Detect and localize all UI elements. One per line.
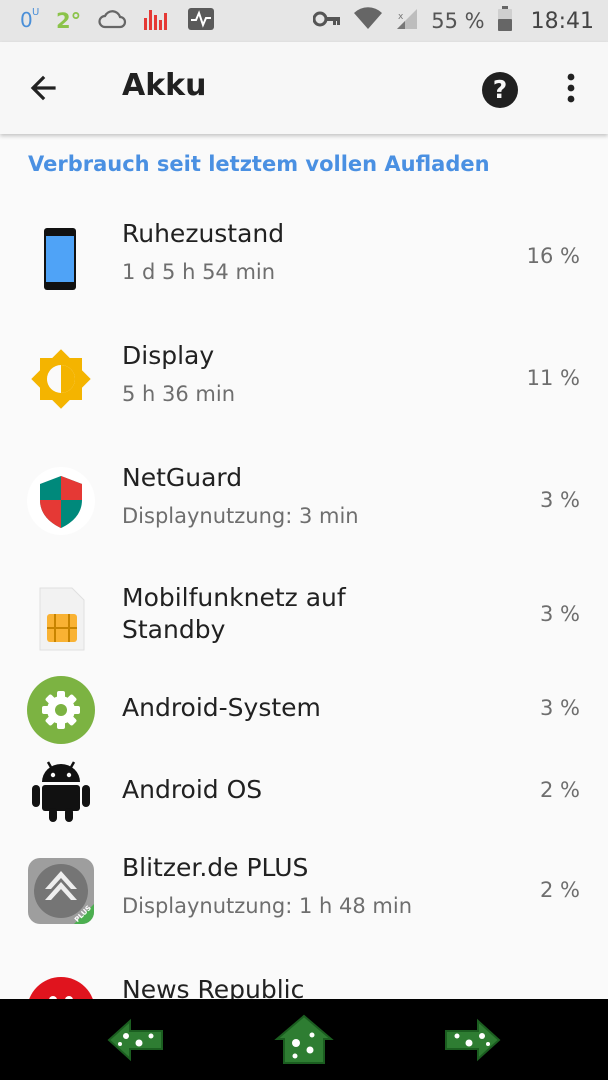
signal-bars-app-icon <box>143 6 171 36</box>
item-label: Ruhezustand <box>122 219 285 248</box>
cell-signal-icon: x <box>395 7 419 35</box>
list-item-display[interactable]: Display 5 h 36 min 11 % <box>0 322 608 440</box>
nav-home-icon <box>274 1014 334 1064</box>
item-subtitle: Displaynutzung: 1 h 48 min <box>122 894 413 918</box>
item-percent: 3 % <box>540 602 580 626</box>
item-label: Blitzer.de PLUS <box>122 853 309 882</box>
shield-icon <box>26 466 96 536</box>
temperature-icon: 2° <box>56 9 82 33</box>
battery-usage-list: Verbrauch seit letztem vollen Aufladen R… <box>0 134 608 999</box>
android-icon <box>26 754 96 824</box>
list-item-android-os[interactable]: Android OS 2 % <box>0 752 608 832</box>
item-percent: 3 % <box>540 488 580 512</box>
item-subtitle: 5 h 36 min <box>122 382 236 406</box>
help-button[interactable]: ? <box>482 72 518 108</box>
svg-text:0: 0 <box>20 8 33 32</box>
list-item-blitzer[interactable]: PLUS Blitzer.de PLUS Displaynutzung: 1 h… <box>0 834 608 952</box>
list-item-ruhezustand[interactable]: Ruhezustand 1 d 5 h 54 min 16 % <box>0 200 608 318</box>
item-label: Mobilfunknetz auf Standby <box>122 583 346 644</box>
nav-home-button[interactable] <box>274 1013 334 1067</box>
sim-card-icon <box>26 584 96 654</box>
cloud-icon <box>97 8 127 34</box>
svg-text:U: U <box>32 7 39 18</box>
page-title: Akku <box>122 68 207 103</box>
more-vert-icon <box>567 73 575 103</box>
item-subtitle: 1 d 5 h 54 min <box>122 260 276 284</box>
battery-percent: 55 % <box>431 9 485 33</box>
nav-forward-icon <box>445 1018 501 1062</box>
list-item-news-republic[interactable]: News Republic <box>0 956 608 999</box>
battery-icon <box>497 6 513 36</box>
back-button[interactable] <box>24 70 72 106</box>
blitzer-icon: PLUS <box>26 856 96 926</box>
phone-icon <box>26 224 96 294</box>
more-options-button[interactable] <box>556 70 586 108</box>
nav-forward-button[interactable] <box>442 1013 502 1067</box>
activity-monitor-icon <box>187 7 215 35</box>
status-bar-left: 0U 2° <box>20 6 215 36</box>
arrow-back-icon <box>30 75 56 101</box>
app-bar: Akku ? <box>0 42 608 134</box>
status-bar: 0U 2° x 55 % 18:41 <box>0 0 608 42</box>
item-percent: 11 % <box>526 366 580 390</box>
wifi-icon <box>353 7 383 35</box>
item-percent: 16 % <box>526 244 580 268</box>
item-label: Android OS <box>122 775 263 804</box>
item-label: Android-System <box>122 693 321 722</box>
settings-gear-icon <box>26 675 96 745</box>
vpn-usage-icon: 0U <box>20 5 40 37</box>
section-title: Verbrauch seit letztem vollen Aufladen <box>28 152 490 176</box>
list-item-netguard[interactable]: NetGuard Displaynutzung: 3 min 3 % <box>0 444 608 562</box>
list-item-android-system[interactable]: Android-System 3 % <box>0 674 608 746</box>
clock: 18:41 <box>530 8 594 34</box>
item-label: NetGuard <box>122 463 243 492</box>
status-bar-right: x 55 % 18:41 <box>312 6 594 36</box>
vpn-key-icon <box>312 10 341 32</box>
navigation-bar <box>0 999 608 1080</box>
item-label: Display <box>122 341 215 370</box>
item-label: News Republic <box>122 975 305 999</box>
item-percent: 2 % <box>540 778 580 802</box>
nav-back-icon <box>107 1018 163 1062</box>
nav-back-button[interactable] <box>106 1013 166 1067</box>
item-percent: 3 % <box>540 696 580 720</box>
list-item-mobilfunknetz[interactable]: Mobilfunknetz auf Standby 3 % <box>0 566 608 676</box>
news-republic-icon <box>26 976 96 999</box>
item-subtitle: Displaynutzung: 3 min <box>122 504 359 528</box>
svg-text:x: x <box>398 12 404 22</box>
brightness-icon <box>26 344 96 414</box>
item-percent: 2 % <box>540 878 580 902</box>
